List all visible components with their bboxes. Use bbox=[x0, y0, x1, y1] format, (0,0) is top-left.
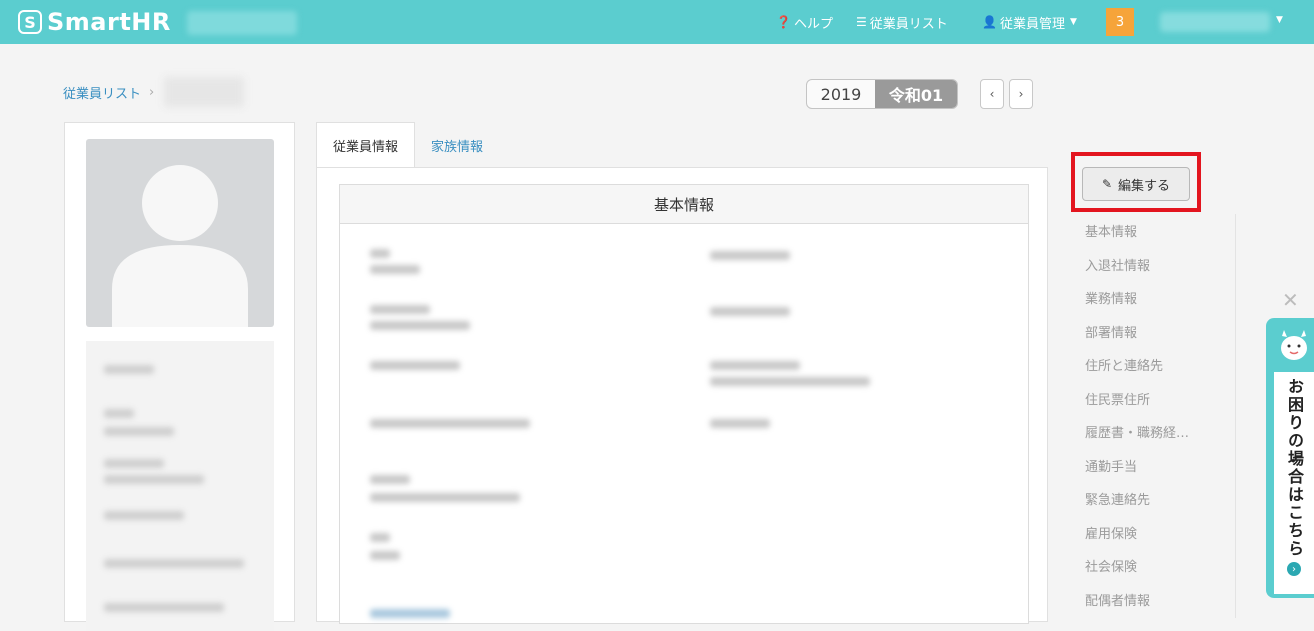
section-nav-item[interactable]: 部署情報 bbox=[1085, 315, 1235, 349]
blurred-text bbox=[104, 511, 184, 520]
blurred-field-value bbox=[370, 493, 520, 502]
blurred-field-value bbox=[710, 251, 790, 260]
blurred-field-value bbox=[370, 321, 470, 330]
section-title: 基本情報 bbox=[340, 185, 1028, 224]
logo-text: SmartHR bbox=[47, 8, 171, 36]
section-nav-item[interactable]: 緊急連絡先 bbox=[1085, 482, 1235, 516]
blurred-field-label bbox=[710, 361, 800, 370]
blurred-field-value bbox=[710, 377, 870, 386]
employee-list-link[interactable]: ☰ 従業員リスト bbox=[856, 0, 948, 44]
company-name-redacted bbox=[187, 11, 297, 35]
help-link[interactable]: ❓ ヘルプ bbox=[776, 0, 833, 44]
help-label: ヘルプ bbox=[793, 16, 833, 32]
employee-list-label: 従業員リスト bbox=[869, 16, 948, 32]
employee-tabs: 従業員情報 家族情報 bbox=[316, 122, 499, 168]
main-panel: 基本情報 bbox=[316, 167, 1048, 624]
blurred-text bbox=[104, 409, 134, 418]
breadcrumb-separator: › bbox=[149, 84, 155, 100]
next-year-button[interactable]: › bbox=[1009, 79, 1033, 109]
section-nav-item[interactable]: 雇用保険 bbox=[1085, 516, 1235, 550]
blurred-field-label bbox=[370, 533, 390, 542]
profile-info-redacted bbox=[86, 341, 274, 631]
blurred-text bbox=[104, 603, 224, 612]
breadcrumb: 従業員リスト › bbox=[63, 77, 245, 107]
breadcrumb-employee-list[interactable]: 従業員リスト bbox=[63, 83, 141, 102]
caret-down-icon: ▼ bbox=[1069, 17, 1077, 27]
blurred-field-label bbox=[370, 475, 410, 484]
section-nav: 基本情報 入退社情報 業務情報 部署情報 住所と連絡先 住民票住所 履歴書・職務… bbox=[1085, 214, 1235, 616]
basic-info-section: 基本情報 bbox=[339, 184, 1029, 624]
employee-manage-dropdown[interactable]: 👤 従業員管理 ▼ bbox=[982, 0, 1077, 44]
section-nav-item[interactable]: 履歴書・職務経… bbox=[1085, 415, 1235, 449]
section-nav-item[interactable]: 社会保険 bbox=[1085, 549, 1235, 583]
blurred-field-label bbox=[370, 361, 460, 370]
blurred-field-label bbox=[370, 305, 430, 314]
blurred-field-value bbox=[370, 419, 530, 428]
blurred-text bbox=[104, 559, 244, 568]
blurred-field-value bbox=[710, 419, 770, 428]
top-navbar: S SmartHR ❓ ヘルプ ☰ 従業員リスト 👤 従業員管理 ▼ 3 ▼ bbox=[0, 0, 1314, 44]
logo-mark-icon: S bbox=[18, 10, 42, 34]
breadcrumb-employee-name-redacted bbox=[164, 77, 245, 107]
section-nav-item[interactable]: 業務情報 bbox=[1085, 281, 1235, 315]
section-nav-item[interactable]: 通勤手当 bbox=[1085, 449, 1235, 483]
blurred-text bbox=[104, 427, 174, 436]
section-nav-item[interactable]: 住所と連絡先 bbox=[1085, 348, 1235, 382]
employee-manage-label: 従業員管理 bbox=[999, 16, 1065, 32]
section-nav-item[interactable]: 配偶者情報 bbox=[1085, 583, 1235, 617]
section-nav-divider bbox=[1235, 214, 1236, 618]
tab-family-info[interactable]: 家族情報 bbox=[415, 122, 499, 168]
help-widget-body[interactable]: お困りの場合はこちら › bbox=[1274, 372, 1314, 594]
blurred-field-label bbox=[370, 249, 390, 258]
year-toggle[interactable]: 2019 令和01 bbox=[806, 79, 958, 109]
help-widget[interactable]: お困りの場合はこちら › bbox=[1266, 318, 1314, 598]
section-nav-item[interactable]: 住民票住所 bbox=[1085, 382, 1235, 416]
goat-mascot-icon bbox=[1281, 330, 1307, 360]
year-japanese[interactable]: 令和01 bbox=[875, 80, 957, 108]
help-widget-text: お困りの場合はこちら bbox=[1285, 378, 1304, 558]
default-avatar-icon bbox=[112, 165, 248, 327]
arrow-right-circle-icon: › bbox=[1287, 562, 1301, 576]
year-western[interactable]: 2019 bbox=[807, 80, 875, 108]
profile-card bbox=[64, 122, 295, 631]
help-widget-close-icon[interactable]: ✕ bbox=[1282, 288, 1299, 312]
tab-employee-info[interactable]: 従業員情報 bbox=[316, 122, 416, 168]
notification-badge[interactable]: 3 bbox=[1106, 8, 1134, 36]
section-nav-item[interactable]: 入退社情報 bbox=[1085, 248, 1235, 282]
edit-button-highlight bbox=[1071, 152, 1201, 212]
blurred-field-value bbox=[370, 551, 400, 560]
blurred-field-value bbox=[370, 265, 420, 274]
smarthr-logo[interactable]: S SmartHR bbox=[18, 7, 171, 37]
blurred-text bbox=[104, 459, 164, 468]
avatar bbox=[86, 139, 274, 327]
user-caret-down-icon[interactable]: ▼ bbox=[1276, 15, 1283, 25]
user-icon: 👤 bbox=[982, 15, 997, 29]
list-icon: ☰ bbox=[856, 15, 867, 29]
user-menu-redacted[interactable] bbox=[1160, 12, 1270, 32]
question-circle-icon: ❓ bbox=[776, 15, 791, 29]
blurred-text bbox=[104, 365, 154, 374]
blurred-text bbox=[104, 475, 204, 484]
blurred-field-value bbox=[710, 307, 790, 316]
section-nav-item[interactable]: 基本情報 bbox=[1085, 214, 1235, 248]
prev-year-button[interactable]: ‹ bbox=[980, 79, 1004, 109]
blurred-link[interactable] bbox=[370, 609, 450, 618]
